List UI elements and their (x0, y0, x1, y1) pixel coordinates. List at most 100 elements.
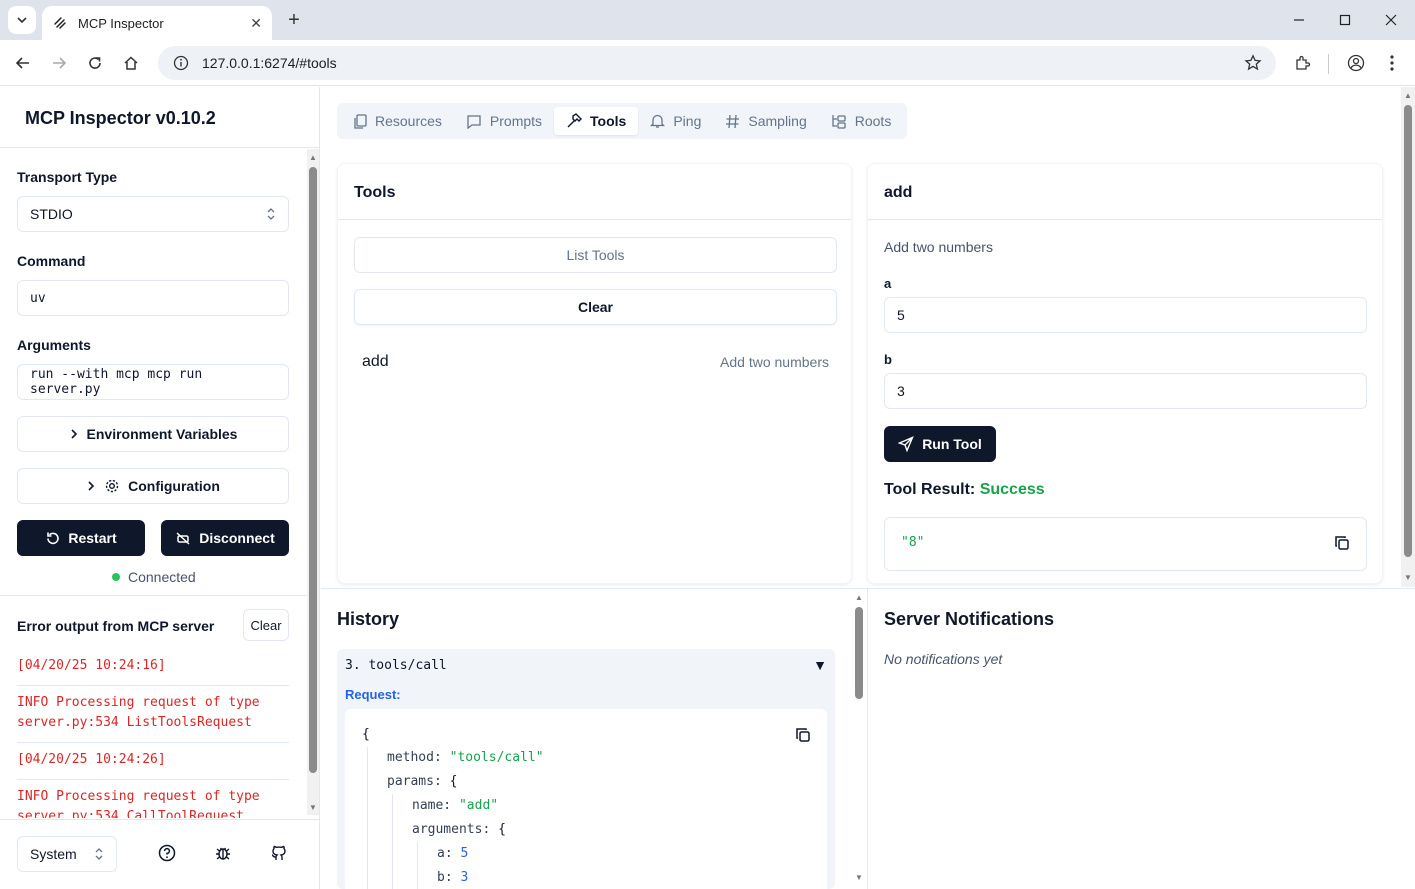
transport-type-label: Transport Type (17, 169, 118, 185)
maximize-button[interactable] (1332, 8, 1358, 32)
error-clear-button[interactable]: Clear (243, 609, 289, 641)
tab-search-button[interactable] (8, 6, 36, 34)
close-tab-icon[interactable]: ✕ (250, 15, 262, 32)
transport-type-select[interactable]: STDIO (17, 196, 289, 232)
json-key-method: method: (387, 750, 442, 765)
reload-button[interactable] (82, 50, 108, 76)
copy-request-button[interactable] (795, 727, 811, 747)
rotate-ccw-icon (47, 532, 60, 544)
toolbar-divider (1328, 54, 1329, 74)
json-key-a: a: (437, 846, 453, 861)
back-button[interactable] (10, 50, 36, 76)
history-scrollbar[interactable]: ▲ ▼ (853, 589, 865, 889)
json-value-b: 3 (460, 870, 469, 885)
send-icon (898, 436, 915, 452)
tool-result-label: Tool Result: (884, 481, 976, 498)
error-log-separator (17, 779, 289, 780)
tool-result-box: "8" (884, 517, 1367, 571)
history-panel: History 3. tools/call ▼ Request: { metho… (321, 589, 867, 889)
sidebar-divider (0, 147, 320, 148)
extensions-button[interactable] (1290, 50, 1316, 76)
maximize-icon (1339, 14, 1351, 26)
param-b-input[interactable]: 3 (884, 373, 1367, 409)
home-button[interactable] (118, 50, 144, 76)
request-json-view: { method: "tools/call" params: { name: "… (345, 709, 827, 889)
tab-tools[interactable]: Tools (554, 107, 639, 135)
tab-roots[interactable]: Roots (819, 107, 904, 135)
main-scrollbar-thumb[interactable] (1404, 105, 1412, 557)
forward-button[interactable] (46, 50, 72, 76)
chevrons-up-down-icon (95, 848, 103, 860)
tools-card: Tools List Tools Clear add Add two numbe… (337, 163, 852, 584)
github-button[interactable] (270, 844, 288, 867)
clear-tools-button[interactable]: Clear (354, 289, 837, 325)
tab-ping[interactable]: Ping (638, 107, 713, 135)
history-entry[interactable]: 3. tools/call ▼ Request: { method: "tool… (337, 649, 835, 889)
sidebar-scrollbar[interactable]: ▲ ▼ (307, 149, 319, 815)
copy-result-button[interactable] (1334, 535, 1350, 556)
history-scrollbar-thumb[interactable] (855, 607, 863, 699)
param-a-input[interactable]: 5 (884, 297, 1367, 333)
chevrons-up-down-icon (267, 208, 275, 220)
profile-button[interactable] (1343, 50, 1369, 76)
status-dot (112, 573, 120, 581)
history-entry-title: 3. tools/call (345, 658, 447, 673)
restart-label: Restart (68, 530, 117, 546)
bug-report-button[interactable] (214, 844, 232, 867)
command-input[interactable]: uv (17, 280, 289, 316)
scroll-down-arrow-icon[interactable]: ▼ (309, 803, 317, 812)
profile-icon (1347, 54, 1365, 72)
main-scrollbar[interactable]: ▲ ▼ (1401, 87, 1415, 587)
browser-tab-title: MCP Inspector (78, 15, 164, 31)
json-key-b: b: (437, 870, 453, 885)
error-output-title: Error output from MCP server (17, 618, 215, 634)
copy-icon (1335, 536, 1349, 550)
minimize-button[interactable] (1286, 8, 1312, 32)
tab-roots-label: Roots (854, 113, 892, 129)
new-tab-button[interactable]: + (282, 8, 306, 32)
bell-icon (650, 114, 666, 128)
reload-icon (89, 57, 101, 69)
theme-select-value: System (30, 846, 77, 862)
disconnect-button[interactable]: Disconnect (161, 520, 289, 556)
tool-description: Add two numbers (720, 354, 829, 370)
history-title: History (337, 609, 400, 629)
close-window-button[interactable] (1378, 8, 1404, 32)
configuration-button[interactable]: Configuration (17, 468, 289, 504)
run-tool-button[interactable]: Run Tool (884, 426, 996, 462)
environment-variables-button[interactable]: Environment Variables (17, 416, 289, 452)
scroll-up-arrow-icon[interactable]: ▲ (855, 593, 863, 602)
browser-tab[interactable]: MCP Inspector ✕ (42, 6, 272, 40)
collapse-triangle-icon[interactable]: ▼ (813, 657, 827, 673)
scroll-down-arrow-icon[interactable]: ▼ (1404, 573, 1412, 582)
arguments-input[interactable]: run --with mcp mcp run server.py (17, 364, 289, 400)
disconnect-label: Disconnect (199, 530, 275, 546)
tool-list-item[interactable]: add Add two numbers (354, 342, 837, 382)
app-title: MCP Inspector v0.10.2 (25, 108, 216, 128)
copy-icon (796, 728, 810, 742)
tab-sampling[interactable]: Sampling (713, 107, 818, 135)
error-log-line: [04/20/25 10:24:16] (17, 658, 166, 673)
address-bar[interactable]: 127.0.0.1:6274/#tools (158, 46, 1276, 80)
tool-result-status: Success (979, 481, 1045, 498)
sidebar-scrollbar-thumb[interactable] (309, 167, 317, 773)
theme-select[interactable]: System (17, 836, 117, 872)
more-vertical-icon (1390, 55, 1394, 71)
tool-result-value: "8" (901, 535, 925, 550)
files-icon (354, 113, 367, 129)
browser-menu-button[interactable] (1379, 50, 1405, 76)
restart-button[interactable]: Restart (17, 520, 145, 556)
url-text: 127.0.0.1:6274/#tools (202, 55, 337, 71)
tab-resources[interactable]: Resources (341, 107, 454, 135)
hash-icon (726, 114, 740, 128)
environment-variables-label: Environment Variables (86, 426, 238, 442)
tab-prompts[interactable]: Prompts (454, 107, 554, 135)
scroll-up-arrow-icon[interactable]: ▲ (309, 153, 317, 162)
help-button[interactable] (158, 844, 176, 867)
bookmark-star-icon[interactable] (1244, 54, 1262, 75)
scroll-down-arrow-icon[interactable]: ▼ (855, 873, 863, 882)
site-info-icon[interactable] (172, 54, 190, 72)
scroll-up-arrow-icon[interactable]: ▲ (1404, 91, 1412, 100)
list-tools-button[interactable]: List Tools (354, 237, 837, 273)
tool-detail-card: add Add two numbers a 5 b 3 Run Tool Too… (867, 163, 1383, 584)
